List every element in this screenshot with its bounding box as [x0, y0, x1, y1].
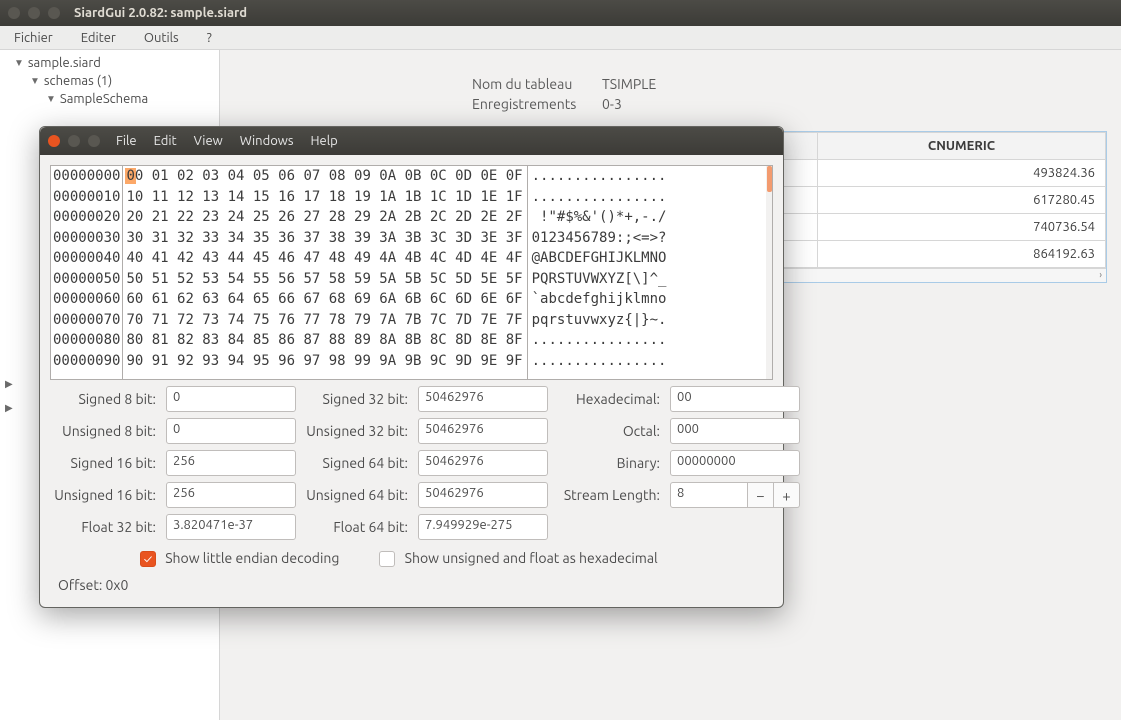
hex-editor-dialog: File Edit View Windows Help 00000000 000… [39, 126, 784, 608]
label-unsigned-64: Unsigned 64 bit: [302, 487, 412, 503]
tree-schemas-label: schemas (1) [44, 74, 112, 88]
label-float-64: Float 64 bit: [302, 519, 412, 535]
value-unsigned-64[interactable]: 50462976 [418, 482, 548, 508]
cell: 493824.36 [817, 160, 1105, 187]
menu-tools[interactable]: Outils [144, 31, 179, 45]
hex-bytes-rest: 10 11 12 13 14 15 16 17 18 19 1A 1B 1C 1… [126, 189, 522, 369]
label-hexadecimal: Hexadecimal: [554, 391, 664, 407]
hex-menu-help[interactable]: Help [311, 134, 338, 148]
checkbox-icon[interactable]: ✓ [140, 551, 156, 567]
value-binary[interactable]: 00000000 [670, 450, 800, 476]
window-titlebar: SiardGui 2.0.82: sample.siard [0, 0, 1121, 26]
label-unsigned-32: Unsigned 32 bit: [302, 423, 412, 439]
value-signed-32[interactable]: 50462976 [418, 386, 548, 412]
meta-name-value: TSIMPLE [602, 76, 656, 92]
value-octal[interactable]: 000 [670, 418, 800, 444]
hex-menubar: File Edit View Windows Help [116, 134, 352, 148]
value-unsigned-8[interactable]: 0 [166, 418, 296, 444]
chevron-right-icon[interactable]: ▶ [5, 378, 13, 390]
label-float-32: Float 32 bit: [50, 519, 160, 535]
window-maximize-icon[interactable] [48, 7, 60, 19]
checkbox-icon[interactable] [379, 551, 395, 567]
checkbox-show-hex-label: Show unsigned and float as hexadecimal [405, 550, 658, 566]
tree-root[interactable]: ▼ sample.siard [0, 54, 219, 72]
dialog-minimize-icon[interactable] [68, 135, 80, 147]
tree-schema-label: SampleSchema [60, 92, 148, 106]
disclosure-icon[interactable]: ▼ [46, 93, 56, 105]
hex-vertical-scrollbar[interactable] [766, 166, 772, 379]
hex-ascii-column: ................ ................ !"#$%&… [528, 166, 671, 379]
tree-schema[interactable]: ▼ SampleSchema [0, 90, 219, 108]
hex-first-row-rest: 0 01 02 03 04 05 06 07 08 09 0A 0B 0C 0D… [135, 168, 523, 184]
meta-rows-value: 0-3 [602, 96, 622, 112]
label-signed-64: Signed 64 bit: [302, 455, 412, 471]
hex-menu-file[interactable]: File [116, 134, 137, 148]
label-unsigned-16: Unsigned 16 bit: [50, 487, 160, 503]
col-header[interactable]: CNUMERIC [817, 133, 1105, 160]
stream-length-increment-button[interactable]: + [774, 482, 800, 508]
disclosure-icon[interactable]: ▼ [14, 57, 24, 69]
cell: 617280.45 [817, 187, 1105, 214]
stream-length-decrement-button[interactable]: − [748, 482, 774, 508]
hex-bytes-column[interactable]: 00 01 02 03 04 05 06 07 08 09 0A 0B 0C 0… [123, 166, 527, 379]
value-unsigned-16[interactable]: 256 [166, 482, 296, 508]
value-unsigned-32[interactable]: 50462976 [418, 418, 548, 444]
hex-menu-windows[interactable]: Windows [240, 134, 294, 148]
value-signed-16[interactable]: 256 [166, 450, 296, 476]
value-hexadecimal[interactable]: 00 [670, 386, 800, 412]
main-menubar: Fichier Editer Outils ? [0, 26, 1121, 50]
meta-name-label: Nom du tableau [472, 76, 602, 92]
dialog-close-icon[interactable] [48, 135, 60, 147]
hex-offsets-column: 00000000 00000010 00000020 00000030 0000… [51, 166, 123, 379]
value-float-64[interactable]: 7.949929e-275 [418, 514, 548, 540]
menu-file[interactable]: Fichier [14, 31, 53, 45]
inspector-options: ✓ Show little endian decoding Show unsig… [140, 550, 773, 567]
value-float-32[interactable]: 3.820471e-37 [166, 514, 296, 540]
dialog-maximize-icon[interactable] [88, 135, 100, 147]
label-binary: Binary: [554, 455, 664, 471]
window-minimize-icon[interactable] [28, 7, 40, 19]
label-octal: Octal: [554, 423, 664, 439]
cell: 864192.63 [817, 241, 1105, 268]
scroll-right-icon[interactable]: › [1099, 269, 1102, 280]
checkbox-show-hex[interactable]: Show unsigned and float as hexadecimal [379, 550, 657, 567]
tree-schemas[interactable]: ▼ schemas (1) [0, 72, 219, 90]
label-signed-32: Signed 32 bit: [302, 391, 412, 407]
tree-root-label: sample.siard [28, 56, 101, 70]
hex-menu-view[interactable]: View [194, 134, 223, 148]
data-inspector: Signed 8 bit: 0 Signed 32 bit: 50462976 … [50, 386, 773, 540]
window-title: SiardGui 2.0.82: sample.siard [74, 6, 247, 20]
tree-collapsed-stubs: ▶ ▶ [5, 378, 13, 414]
checkbox-little-endian[interactable]: ✓ Show little endian decoding [140, 550, 339, 567]
value-stream-length[interactable]: 8 [670, 482, 748, 508]
disclosure-icon[interactable]: ▼ [30, 75, 40, 87]
table-meta: Nom du tableau TSIMPLE Enregistrements 0… [472, 76, 656, 116]
hex-titlebar[interactable]: File Edit View Windows Help [40, 127, 783, 155]
label-stream-length: Stream Length: [554, 487, 664, 503]
label-signed-8: Signed 8 bit: [50, 391, 160, 407]
menu-edit[interactable]: Editer [81, 31, 116, 45]
value-signed-64[interactable]: 50462976 [418, 450, 548, 476]
label-unsigned-8: Unsigned 8 bit: [50, 423, 160, 439]
label-signed-16: Signed 16 bit: [50, 455, 160, 471]
hex-menu-edit[interactable]: Edit [154, 134, 177, 148]
scrollbar-thumb[interactable] [767, 166, 772, 192]
stream-length-control: 8 − + [670, 482, 800, 508]
window-close-icon[interactable] [8, 7, 20, 19]
cell: 740736.54 [817, 214, 1105, 241]
value-signed-8[interactable]: 0 [166, 386, 296, 412]
menu-help[interactable]: ? [207, 31, 212, 45]
meta-rows-label: Enregistrements [472, 96, 602, 112]
checkbox-little-endian-label: Show little endian decoding [165, 550, 339, 566]
chevron-right-icon[interactable]: ▶ [5, 402, 13, 414]
offset-readout: Offset: 0x0 [58, 577, 783, 593]
hex-dump-area[interactable]: 00000000 00000010 00000020 00000030 0000… [50, 165, 773, 380]
